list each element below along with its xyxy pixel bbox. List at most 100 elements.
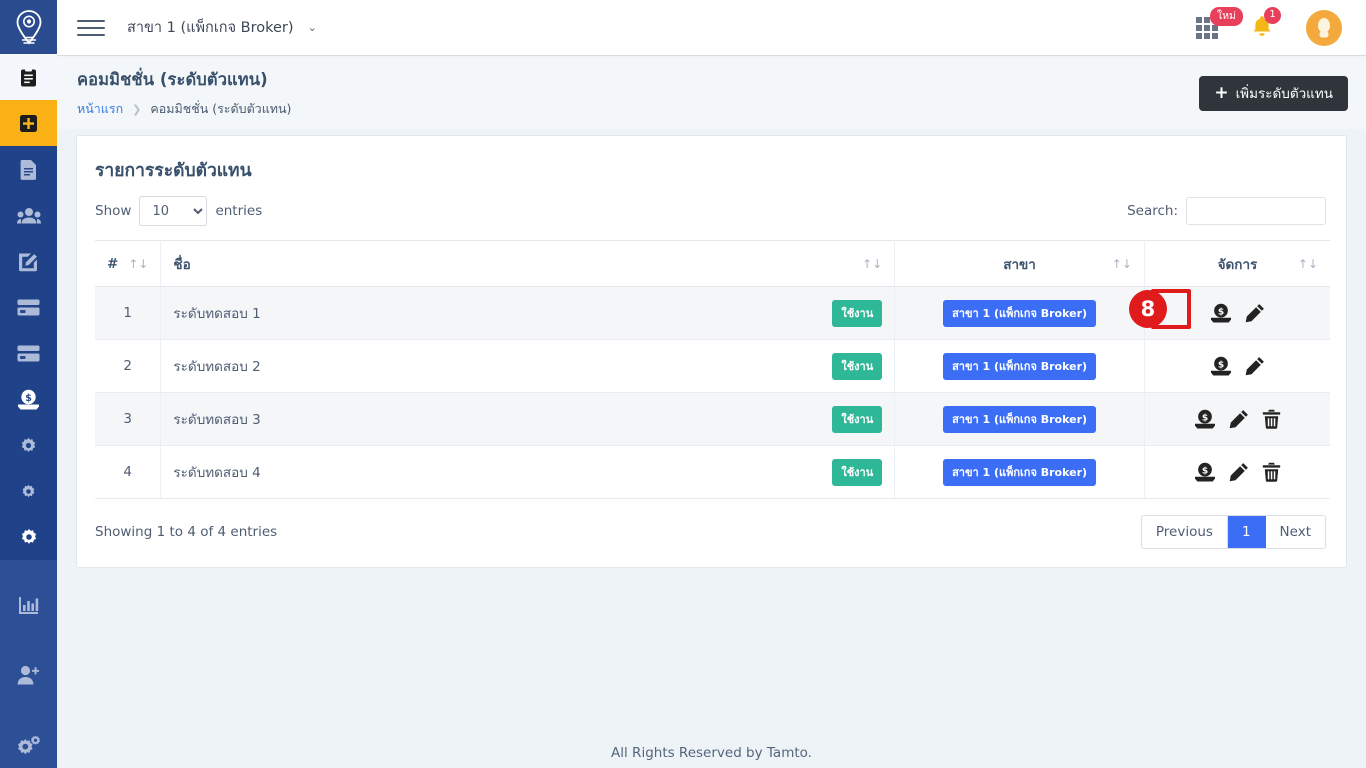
chart-bar-icon bbox=[19, 596, 39, 614]
table-controls: Show 102550100 entries Search: bbox=[77, 184, 1346, 232]
sidebar-item-settings-1[interactable] bbox=[0, 422, 57, 468]
money-action-button[interactable]: $ bbox=[1210, 303, 1232, 323]
agent-level-name: ระดับทดสอบ 1 bbox=[173, 306, 261, 322]
sidebar-item-card[interactable] bbox=[0, 284, 57, 330]
sidebar-item-document[interactable] bbox=[0, 146, 57, 192]
notifications-button[interactable]: 1 bbox=[1252, 6, 1281, 41]
pencil-action-button[interactable] bbox=[1245, 303, 1265, 323]
pencil-action-button[interactable] bbox=[1245, 356, 1265, 376]
gear-icon bbox=[21, 437, 36, 452]
sort-icon: ↑↓ bbox=[1297, 256, 1318, 271]
table-header-row: # ↑↓ ชื่อ ↑↓ สาขา ↑↓ จัดการ ↑↓ bbox=[95, 240, 1330, 287]
show-suffix-label: entries bbox=[215, 203, 263, 219]
show-entries-control: Show 102550100 entries bbox=[95, 196, 262, 226]
money-action-button[interactable]: $ bbox=[1194, 462, 1216, 482]
money-action-button[interactable]: $ bbox=[1194, 409, 1216, 429]
trash-action-button[interactable] bbox=[1262, 409, 1281, 429]
gear-icon bbox=[21, 528, 36, 544]
search-input[interactable] bbox=[1186, 197, 1326, 225]
pagination: Previous 1 Next bbox=[1140, 515, 1326, 549]
agent-level-card: รายการระดับตัวแทน Show 102550100 entries… bbox=[76, 135, 1347, 568]
pencil-action-button[interactable] bbox=[1229, 462, 1249, 482]
svg-text:$: $ bbox=[1202, 466, 1208, 476]
table-body: 1 ระดับทดสอบ 1 ใช้งาน สาขา 1 (แพ็กเกจ Broke… bbox=[95, 286, 1330, 499]
sidebar-item-reports[interactable] bbox=[0, 582, 57, 628]
user-avatar[interactable] bbox=[1306, 9, 1342, 46]
entries-per-page-select[interactable]: 102550100 bbox=[139, 196, 208, 226]
hamburger-line bbox=[77, 26, 105, 29]
row-actions-cell: $ bbox=[1144, 392, 1330, 446]
pencil-action-button[interactable] bbox=[1229, 409, 1249, 429]
showing-entries-info: Showing 1 to 4 of 4 entries bbox=[95, 524, 278, 540]
row-number-cell: 3 bbox=[95, 392, 162, 446]
apps-grid-button[interactable]: ใหม่ bbox=[1196, 6, 1243, 39]
pencil-icon bbox=[1229, 463, 1248, 482]
pagination-previous-button[interactable]: Previous bbox=[1141, 516, 1228, 548]
row-number-cell: 2 bbox=[95, 339, 162, 393]
menu-toggle-button[interactable] bbox=[77, 17, 105, 39]
branch-badge: สาขา 1 (แพ็กเกจ Broker) bbox=[943, 405, 1097, 433]
sidebar-item-users[interactable] bbox=[0, 192, 57, 238]
sidebar-item-add-user[interactable] bbox=[0, 652, 57, 698]
table-footer: Showing 1 to 4 of 4 entries Previous 1 N… bbox=[77, 499, 1346, 567]
gears-icon bbox=[17, 735, 40, 754]
money-action-button[interactable]: $ bbox=[1210, 356, 1232, 376]
new-badge: ใหม่ bbox=[1210, 6, 1243, 26]
hamburger-line bbox=[77, 19, 105, 22]
breadcrumb: หน้าแรก ❯ คอมมิชชั่น (ระดับตัวแทน) bbox=[77, 99, 291, 119]
row-actions-cell: $ bbox=[1144, 445, 1330, 499]
action-buttons: $ bbox=[1157, 409, 1318, 429]
sidebar-item-edit-note[interactable] bbox=[0, 238, 57, 284]
row-name-cell: ระดับทดสอบ 4 ใช้งาน bbox=[160, 445, 896, 499]
agent-level-name: ระดับทดสอบ 3 bbox=[173, 412, 261, 428]
chevron-down-icon: ⌄ bbox=[307, 21, 317, 34]
edit-note-icon bbox=[19, 253, 37, 271]
sidebar-item-commission[interactable]: $ bbox=[0, 376, 57, 422]
table-row: 4 ระดับทดสอบ 4 ใช้งาน สาขา 1 (แพ็กเกจ Broke… bbox=[95, 445, 1330, 499]
agent-level-name: ระดับทดสอบ 4 bbox=[173, 465, 261, 481]
row-actions-cell: $8 bbox=[1128, 286, 1330, 340]
card-title: รายการระดับตัวแทน bbox=[95, 161, 252, 181]
money-icon: $ bbox=[1210, 303, 1231, 323]
notification-count-badge: 1 bbox=[1264, 6, 1281, 24]
page-header: คอมมิชชั่น (ระดับตัวแทน) หน้าแรก ❯ คอมมิ… bbox=[57, 57, 1366, 129]
sidebar-item-clipboard[interactable] bbox=[0, 54, 57, 100]
search-control: Search: bbox=[1127, 197, 1326, 225]
pencil-icon bbox=[1245, 357, 1264, 376]
sidebar-item-advanced-settings[interactable] bbox=[0, 722, 57, 768]
table-header: # ↑↓ ชื่อ ↑↓ สาขา ↑↓ จัดการ ↑↓ bbox=[95, 240, 1330, 287]
trash-action-button[interactable] bbox=[1262, 462, 1281, 482]
column-label: # bbox=[107, 255, 119, 272]
column-header-name[interactable]: ชื่อ ↑↓ bbox=[160, 240, 896, 287]
column-header-manage[interactable]: จัดการ ↑↓ bbox=[1144, 240, 1330, 287]
add-agent-level-button[interactable]: + เพิ่มระดับตัวแทน bbox=[1199, 75, 1348, 111]
users-icon bbox=[16, 207, 41, 223]
row-branch-cell: สาขา 1 (แพ็กเกจ Broker) bbox=[894, 339, 1145, 393]
page-footer: All Rights Reserved by Tamto. bbox=[57, 738, 1366, 768]
row-branch-cell: สาขา 1 (แพ็กเกจ Broker) bbox=[894, 286, 1145, 340]
action-buttons: $ bbox=[1157, 462, 1318, 482]
sidebar-item-add[interactable] bbox=[0, 100, 57, 146]
row-number-cell: 1 bbox=[95, 286, 162, 340]
sidebar-item-settings-2[interactable] bbox=[0, 468, 57, 514]
pagination-next-button[interactable]: Next bbox=[1265, 516, 1325, 548]
add-agent-level-label: เพิ่มระดับตัวแทน bbox=[1235, 86, 1333, 102]
name-cell-content: ระดับทดสอบ 4 ใช้งาน bbox=[173, 458, 883, 486]
sort-icon: ↑↓ bbox=[128, 256, 149, 271]
branch-selector[interactable]: สาขา 1 (แพ็กเกจ Broker) ⌄ bbox=[127, 16, 317, 39]
column-header-branch[interactable]: สาขา ↑↓ bbox=[894, 240, 1145, 287]
avatar-person-icon bbox=[1318, 17, 1330, 37]
breadcrumb-home-link[interactable]: หน้าแรก bbox=[77, 99, 123, 119]
svg-text:$: $ bbox=[1202, 413, 1208, 423]
sidebar-item-settings-3[interactable] bbox=[0, 514, 57, 560]
app-logo[interactable] bbox=[0, 0, 57, 54]
sidebar-item-card-alt[interactable] bbox=[0, 330, 57, 376]
hamburger-line bbox=[77, 33, 105, 36]
column-header-number[interactable]: # ↑↓ bbox=[95, 240, 162, 287]
footer-text: All Rights Reserved by Tamto. bbox=[611, 745, 812, 761]
breadcrumb-separator-icon: ❯ bbox=[132, 102, 142, 116]
money-icon: $ bbox=[1210, 356, 1231, 376]
branch-badge: สาขา 1 (แพ็กเกจ Broker) bbox=[943, 299, 1097, 327]
plus-icon: + bbox=[1214, 82, 1229, 103]
pagination-page-1-button[interactable]: 1 bbox=[1227, 516, 1266, 548]
